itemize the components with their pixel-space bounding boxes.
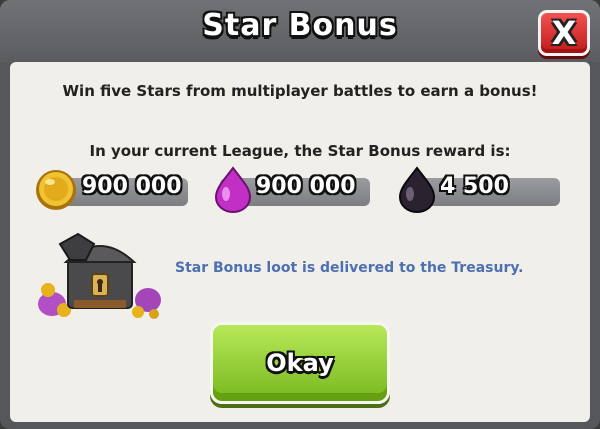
treasury-info: Star Bonus loot is delivered to the Trea… xyxy=(175,260,524,276)
star-bonus-dialog: Star Bonus X Win five Stars from multipl… xyxy=(0,0,600,429)
close-button[interactable]: X xyxy=(538,10,590,56)
elixir-reward-value: 900 000 xyxy=(256,174,356,199)
okay-button[interactable]: Okay xyxy=(210,322,390,404)
reward-intro: In your current League, the Star Bonus r… xyxy=(89,142,511,160)
dialog-title: Star Bonus xyxy=(202,8,398,43)
dark-elixir-reward-value: 4 500 xyxy=(440,174,509,199)
elixir-drop-icon xyxy=(214,166,252,214)
dark-elixir-drop-icon xyxy=(398,166,436,214)
okay-button-label: Okay xyxy=(266,349,334,377)
close-icon: X xyxy=(551,14,577,52)
content-panel: Win five Stars from multiplayer battles … xyxy=(10,62,590,422)
gold-reward-value: 900 000 xyxy=(82,174,182,199)
treasury-chest-icon xyxy=(38,232,161,319)
gold-coin-icon xyxy=(36,170,76,210)
title-bar: Star Bonus xyxy=(0,0,600,62)
bonus-description: Win five Stars from multiplayer battles … xyxy=(62,82,538,100)
